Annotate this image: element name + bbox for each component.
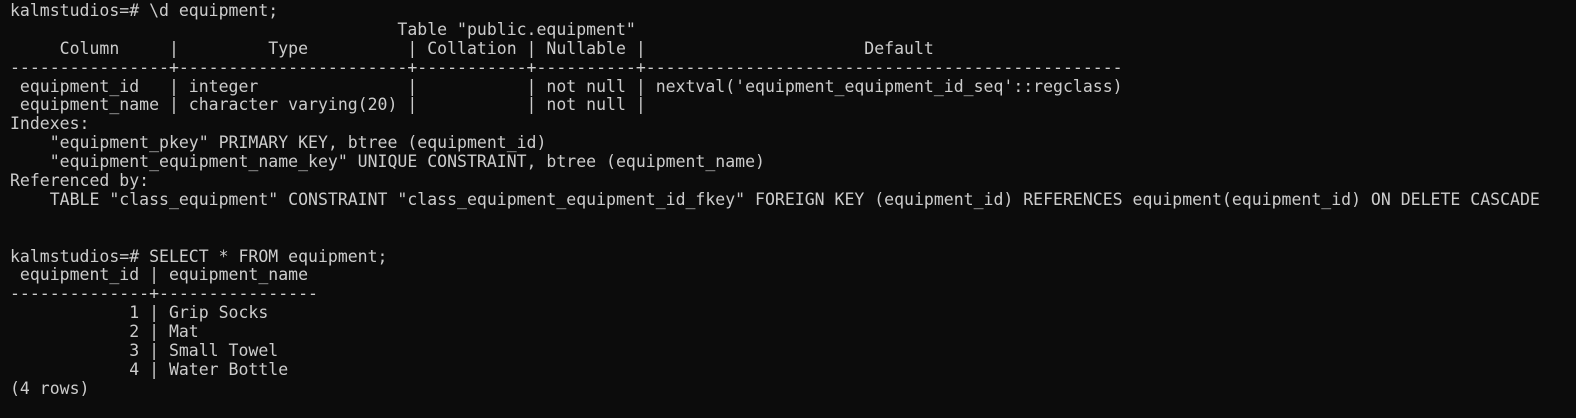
- referenced-by-heading: Referenced by:: [10, 171, 150, 191]
- command-prompt-select: kalmstudios=# SELECT * FROM equipment;: [10, 246, 388, 266]
- result-row: 3 | Small Towel: [10, 341, 279, 361]
- reference-entry: TABLE "class_equipment" CONSTRAINT "clas…: [10, 189, 1540, 209]
- result-separator: --------------+----------------: [10, 284, 318, 304]
- table-title: Table "public.equipment": [10, 19, 636, 39]
- schema-header: Column | Type | Collation | Nullable | D…: [10, 38, 934, 58]
- result-row: 4 | Water Bottle: [10, 359, 289, 379]
- schema-row: equipment_id | integer | | not null | ne…: [10, 76, 1123, 96]
- index-entry: "equipment_pkey" PRIMARY KEY, btree (equ…: [10, 133, 547, 153]
- index-entry: "equipment_equipment_name_key" UNIQUE CO…: [10, 152, 765, 172]
- indexes-heading: Indexes:: [10, 114, 90, 134]
- schema-separator: ----------------+-----------------------…: [10, 57, 1123, 77]
- result-header: equipment_id | equipment_name: [10, 265, 309, 285]
- result-row: 2 | Mat: [10, 322, 199, 342]
- result-row: 1 | Grip Socks: [10, 303, 269, 323]
- schema-row: equipment_name | character varying(20) |…: [10, 95, 646, 115]
- row-count: (4 rows): [10, 378, 90, 398]
- terminal-output[interactable]: kalmstudios=# \d equipment; Table "publi…: [10, 2, 1570, 414]
- command-prompt-describe: kalmstudios=# \d equipment;: [10, 2, 279, 20]
